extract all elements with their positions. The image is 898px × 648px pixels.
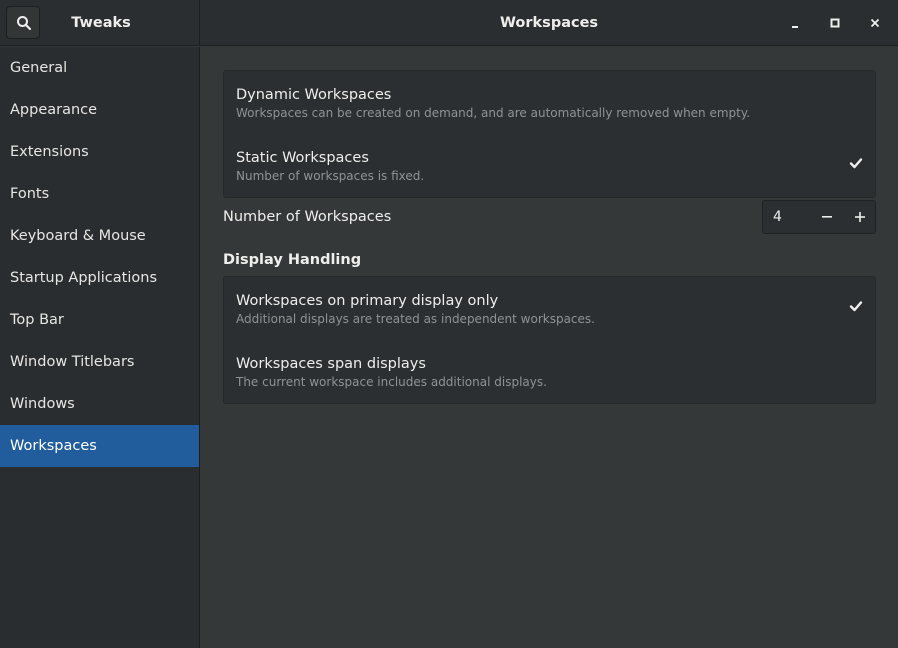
- sidebar-item-top-bar[interactable]: Top Bar: [0, 299, 199, 341]
- option-title: Dynamic Workspaces: [236, 87, 392, 103]
- number-of-workspaces-label: Number of Workspaces: [223, 209, 392, 225]
- span-displays-option[interactable]: Workspaces span displays The current wor…: [224, 340, 875, 403]
- option-title: Static Workspaces: [236, 150, 369, 166]
- sidebar-item-keyboard-mouse[interactable]: Keyboard & Mouse: [0, 215, 199, 257]
- display-handling-heading: Display Handling: [223, 252, 362, 268]
- header-bar: Tweaks Workspaces: [0, 0, 898, 46]
- option-title: Workspaces span displays: [236, 356, 426, 372]
- main-content: Dynamic Workspaces Workspaces can be cre…: [201, 47, 898, 648]
- checkmark-icon: [849, 301, 863, 312]
- minimize-button[interactable]: [782, 10, 808, 36]
- sidebar-item-extensions[interactable]: Extensions: [0, 131, 199, 173]
- option-subtitle: Number of workspaces is fixed.: [236, 169, 425, 183]
- minus-icon: [822, 216, 832, 218]
- option-subtitle: Additional displays are treated as indep…: [236, 312, 595, 326]
- number-of-workspaces-spinner: 4: [762, 200, 876, 234]
- sidebar-item-windows[interactable]: Windows: [0, 383, 199, 425]
- increment-button[interactable]: [844, 201, 876, 233]
- static-workspaces-option[interactable]: Static Workspaces Number of workspaces i…: [224, 134, 875, 197]
- search-button[interactable]: [6, 6, 40, 39]
- display-handling-list: Workspaces on primary display only Addit…: [223, 276, 876, 404]
- sidebar-item-window-titlebars[interactable]: Window Titlebars: [0, 341, 199, 383]
- maximize-button[interactable]: [822, 10, 848, 36]
- dynamic-workspaces-option[interactable]: Dynamic Workspaces Workspaces can be cre…: [224, 71, 875, 134]
- minimize-icon: [792, 26, 798, 28]
- search-icon: [17, 16, 32, 31]
- checkmark-icon: [849, 158, 863, 169]
- spinner-value[interactable]: 4: [773, 209, 782, 225]
- sidebar-item-general[interactable]: General: [0, 47, 199, 89]
- option-subtitle: The current workspace includes additiona…: [236, 375, 547, 389]
- maximize-icon: [830, 18, 840, 28]
- close-button[interactable]: [862, 10, 888, 36]
- sidebar-item-appearance[interactable]: Appearance: [0, 89, 199, 131]
- decrement-button[interactable]: [811, 201, 843, 233]
- sidebar-item-workspaces[interactable]: Workspaces: [0, 425, 199, 467]
- primary-display-only-option[interactable]: Workspaces on primary display only Addit…: [224, 277, 875, 340]
- sidebar-item-fonts[interactable]: Fonts: [0, 173, 199, 215]
- sidebar: General Appearance Extensions Fonts Keyb…: [0, 47, 200, 648]
- option-subtitle: Workspaces can be created on demand, and…: [236, 106, 751, 120]
- workspaces-mode-list: Dynamic Workspaces Workspaces can be cre…: [223, 70, 876, 198]
- option-title: Workspaces on primary display only: [236, 293, 499, 309]
- header-left: Tweaks: [0, 0, 200, 46]
- sidebar-item-startup-applications[interactable]: Startup Applications: [0, 257, 199, 299]
- close-icon: [870, 18, 880, 28]
- plus-icon: [855, 212, 865, 222]
